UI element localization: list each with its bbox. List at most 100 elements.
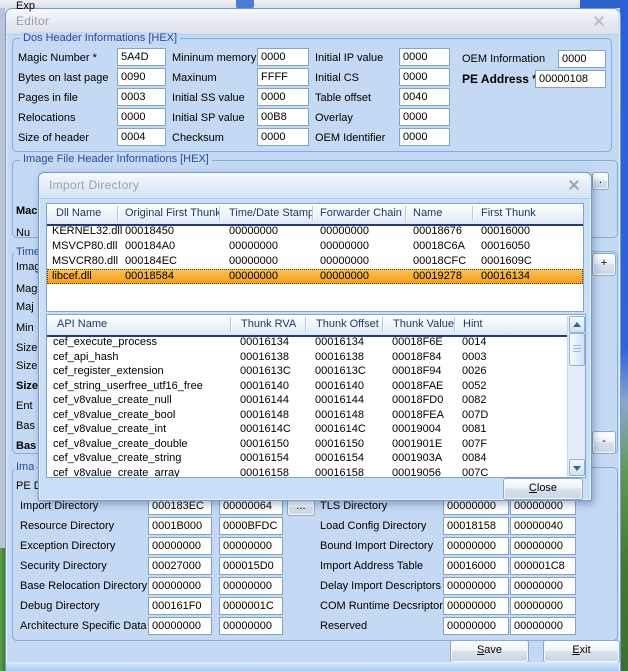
column-header[interactable]: Hint <box>463 315 483 334</box>
label-fragment: Bas <box>16 420 35 433</box>
label-fragment: Ent <box>16 400 33 413</box>
scrollbar-thumb[interactable] <box>569 333 585 366</box>
cell-original-first-thunk: 00018584 <box>125 269 174 283</box>
column-header[interactable]: Forwarder Chain <box>320 204 402 223</box>
hex-field[interactable]: 0000 <box>399 48 450 66</box>
size-field[interactable]: 000015D0 <box>219 557 283 575</box>
label-fragment: Size <box>16 380 38 393</box>
size-field[interactable]: 00000000 <box>510 577 576 595</box>
size-field[interactable]: 00000000 <box>510 617 576 635</box>
cell-forwarder-chain: 00000000 <box>320 254 369 268</box>
column-header[interactable]: First Thunk <box>481 204 536 223</box>
rva-field[interactable]: 00000000 <box>148 617 212 635</box>
rva-field[interactable]: 000161F0 <box>148 597 212 615</box>
oem-information-field[interactable]: 0000 <box>558 50 606 68</box>
column-header[interactable]: Time/Date Stamp <box>229 204 314 223</box>
size-field[interactable]: 00000000 <box>510 597 576 615</box>
rva-field[interactable]: 00000000 <box>148 537 212 555</box>
hex-field[interactable]: 0003 <box>117 88 166 106</box>
directory-label: Base Relocation Directory <box>20 577 147 595</box>
close-button[interactable]: Close <box>503 478 583 500</box>
field-label: Checksum <box>172 129 224 147</box>
cell-first-thunk: 00016050 <box>481 239 530 253</box>
hex-field[interactable]: 0000 <box>257 88 309 106</box>
hex-field[interactable]: 0040 <box>399 88 450 106</box>
rva-field[interactable]: 00027000 <box>148 557 212 575</box>
cell-thunk-value: 0001901E <box>392 437 442 451</box>
column-header[interactable]: Thunk RVA <box>241 315 296 334</box>
cell-forwarder-chain: 00000000 <box>320 239 369 253</box>
api-table-row[interactable]: cef_v8value_create_double 00016150 00016… <box>47 437 568 452</box>
hex-field[interactable]: 0000 <box>257 48 309 66</box>
remove-section-button[interactable]: - <box>592 431 616 454</box>
rva-field[interactable]: 00016000 <box>443 557 509 575</box>
api-table-row[interactable]: cef_register_extension 0001613C 0001613C… <box>47 364 568 379</box>
add-section-button[interactable]: + <box>592 253 616 276</box>
rva-field[interactable]: 0001B000 <box>148 517 212 535</box>
cell-time-date-stamp: 00000000 <box>229 239 278 253</box>
dll-table-row[interactable]: libcef.dll 00018584 00000000 00000000 00… <box>47 269 583 284</box>
size-field[interactable]: 00000000 <box>219 617 283 635</box>
api-table-scrollbar[interactable] <box>567 316 585 476</box>
api-import-table: API Name Thunk RVA Thunk Offset Thunk Va… <box>46 314 586 478</box>
cell-hint: 007F <box>462 437 487 451</box>
import-directory-browse-button[interactable]: ... <box>287 499 315 516</box>
exit-button[interactable]: Exit <box>543 640 620 663</box>
api-table-row[interactable]: cef_v8value_create_bool 00016148 0001614… <box>47 408 568 423</box>
cell-api-name: cef_execute_process <box>53 335 157 349</box>
dll-table-row[interactable]: MSVCP80.dll 000184A0 00000000 00000000 0… <box>47 239 583 254</box>
column-header[interactable]: Original First Thunk <box>125 204 221 223</box>
api-table-row[interactable]: cef_v8value_create_string 00016154 00016… <box>47 451 568 466</box>
hex-field[interactable]: 0000 <box>399 68 450 86</box>
size-field[interactable]: 00000000 <box>219 537 283 555</box>
rva-field[interactable]: 00000000 <box>148 577 212 595</box>
pe-address-field[interactable]: 00000108 <box>535 70 606 88</box>
column-header[interactable]: Thunk Value <box>393 315 454 334</box>
api-table-row[interactable]: cef_string_userfree_utf16_free 00016140 … <box>47 379 568 394</box>
rva-field[interactable]: 00000000 <box>443 597 509 615</box>
size-field[interactable]: 0000001C <box>219 597 283 615</box>
api-table-row[interactable]: cef_v8value_create_int 0001614C 0001614C… <box>47 422 568 437</box>
rva-field[interactable]: 00000000 <box>443 537 509 555</box>
hex-field[interactable]: 0090 <box>117 68 166 86</box>
size-field[interactable]: 0000BFDC <box>219 517 283 535</box>
hex-field[interactable]: 0004 <box>117 128 166 146</box>
api-table-row[interactable]: cef_v8value_create_array 00016158 000161… <box>47 466 568 478</box>
directory-label: Resource Directory <box>20 517 114 535</box>
pe-directory-row: Security Directory 00027000 000015D0 <box>20 557 310 577</box>
pe-directories-right-column: TLS Directory 00000000 00000000 Load Con… <box>320 497 590 637</box>
column-header[interactable]: Thunk Offset <box>316 315 379 334</box>
rva-field[interactable]: 00000000 <box>443 577 509 595</box>
rva-field[interactable]: 00000000 <box>443 617 509 635</box>
field-label: Overlay <box>315 109 353 127</box>
size-field[interactable]: 00000040 <box>510 517 576 535</box>
api-table-row[interactable]: cef_v8value_create_null 00016144 0001614… <box>47 393 568 408</box>
api-table-row[interactable]: cef_execute_process 00016134 00016134 00… <box>47 335 568 350</box>
hex-field[interactable]: 0000 <box>257 128 309 146</box>
hex-field[interactable]: 0000 <box>117 108 166 126</box>
hex-field[interactable]: FFFF <box>257 68 309 86</box>
column-header[interactable]: Dll Name <box>56 204 101 223</box>
scroll-up-icon[interactable] <box>569 316 585 333</box>
browse-button-fragment[interactable]: . <box>592 172 609 190</box>
rva-field[interactable]: 00018158 <box>443 517 509 535</box>
label-fragment: Size <box>16 360 37 373</box>
dll-table-row[interactable]: MSVCR80.dll 000184EC 00000000 00000000 0… <box>47 254 583 269</box>
hex-field[interactable]: 5A4D <box>117 48 166 66</box>
editor-close-button[interactable] <box>590 14 608 29</box>
hex-field[interactable]: 00B8 <box>257 108 309 126</box>
save-button[interactable]: Save <box>450 640 529 663</box>
size-field[interactable]: 000001C8 <box>510 557 576 575</box>
column-header[interactable]: Name <box>413 204 442 223</box>
dialog-close-button[interactable] <box>565 178 583 193</box>
size-field[interactable]: 00000000 <box>510 537 576 555</box>
column-header[interactable]: API Name <box>57 315 107 334</box>
dos-field-row: Pages in file 0003 <box>18 88 168 108</box>
dll-table-row[interactable]: KERNEL32.dll 00018450 00000000 00000000 … <box>47 224 583 239</box>
scroll-down-icon[interactable] <box>569 459 585 476</box>
api-table-row[interactable]: cef_api_hash 00016138 00016138 00018F84 … <box>47 350 568 365</box>
hex-field[interactable]: 0000 <box>399 128 450 146</box>
hex-field[interactable]: 0000 <box>399 108 450 126</box>
cell-thunk-value: 00018FD0 <box>392 393 443 407</box>
size-field[interactable]: 00000000 <box>219 577 283 595</box>
